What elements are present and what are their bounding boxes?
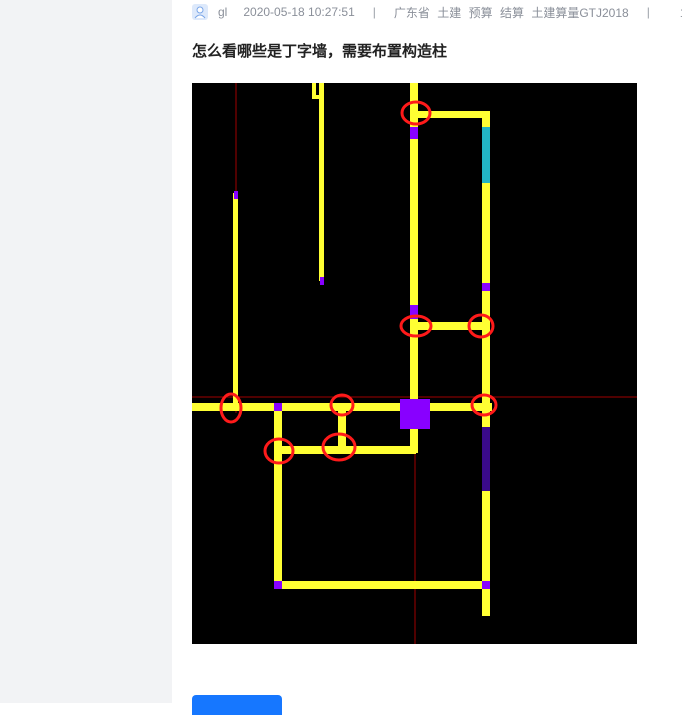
user-avatar-icon[interactable] [192,4,208,20]
tag-settlement[interactable]: 结算 [500,6,524,20]
username[interactable]: gl [218,5,227,19]
cad-screenshot-image [192,83,637,644]
columns [234,127,490,589]
meta-separator: | [372,5,376,19]
walls [192,83,492,616]
dark-wall [482,427,490,491]
tag-budget[interactable]: 预算 [469,6,493,20]
post-tags: 广东省 土建 预算 结算 土建算量GTJ2018 [394,4,633,21]
post-timestamp: 2020-05-18 10:27:51 [243,5,355,19]
tag-software[interactable]: 土建算量GTJ2018 [531,6,628,20]
tag-region[interactable]: 广东省 [394,6,430,20]
cad-drawing [192,83,637,644]
tag-category[interactable]: 土建 [437,6,461,20]
action-button[interactable] [192,695,282,715]
post-title: 怎么看哪些是丁字墙，需要布置构造柱 [192,43,448,60]
left-gutter [0,0,172,703]
cyan-wall [482,127,490,183]
post-meta: gl 2020-05-18 10:27:51 | 广东省 土建 预算 结算 土建… [192,4,682,20]
meta-separator-2: | [646,5,650,19]
